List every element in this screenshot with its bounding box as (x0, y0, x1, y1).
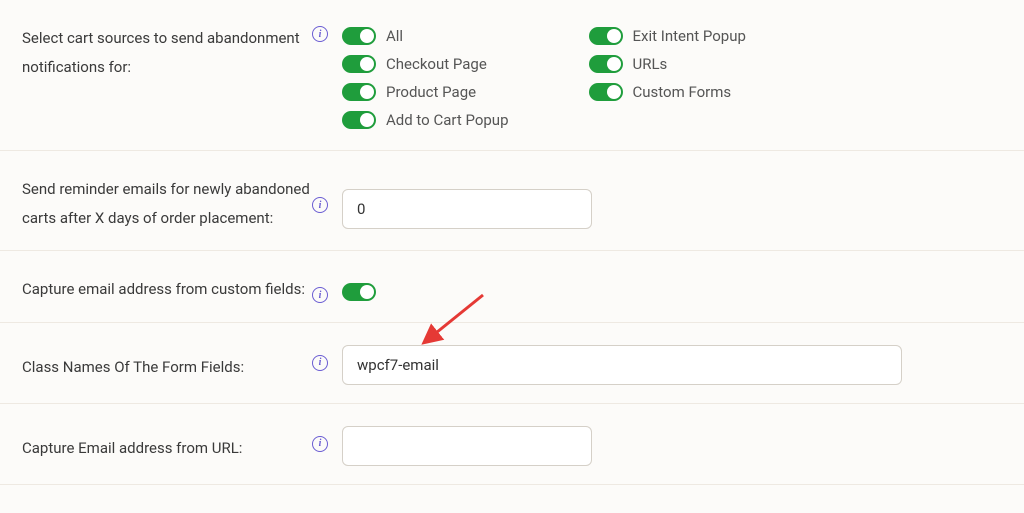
toggle-custom-forms: Custom Forms (589, 80, 746, 104)
cart-sources-label: Select cart sources to send abandonment … (22, 18, 312, 81)
capture-custom-label: Capture email address from custom fields… (22, 269, 312, 304)
cart-sources-controls: All Checkout Page Product Page Add to Ca… (342, 18, 1002, 132)
toggle-label: All (386, 27, 403, 45)
reminder-days-label: Send reminder emails for newly abandoned… (22, 169, 312, 232)
reminder-days-input[interactable] (342, 189, 592, 229)
toggle-column-1: All Checkout Page Product Page Add to Ca… (342, 24, 509, 132)
info-icon[interactable]: i (312, 355, 328, 371)
info-icon[interactable]: i (312, 287, 328, 303)
toggle-all: All (342, 24, 509, 48)
toggle-label: Custom Forms (633, 83, 732, 101)
reminder-days-row: Send reminder emails for newly abandoned… (0, 151, 1024, 251)
reminder-days-control (342, 169, 1002, 229)
capture-custom-switch[interactable] (342, 283, 376, 301)
info-icon[interactable]: i (312, 197, 328, 213)
toggle-label: Product Page (386, 83, 476, 101)
toggle-grid: All Checkout Page Product Page Add to Ca… (342, 22, 1002, 132)
toggle-addtocart-switch[interactable] (342, 111, 376, 129)
toggle-urls: URLs (589, 52, 746, 76)
toggle-product-page: Product Page (342, 80, 509, 104)
cart-sources-row: Select cart sources to send abandonment … (0, 0, 1024, 151)
capture-url-control (342, 422, 1002, 466)
info-col: i (312, 422, 342, 452)
toggle-checkout-switch[interactable] (342, 55, 376, 73)
info-col: i (312, 169, 342, 213)
toggle-label: Exit Intent Popup (633, 27, 746, 45)
info-col: i (312, 18, 342, 42)
capture-url-label: Capture Email address from URL: (22, 422, 312, 463)
toggle-label: Checkout Page (386, 55, 487, 73)
toggle-product-switch[interactable] (342, 83, 376, 101)
class-names-label: Class Names Of The Form Fields: (22, 341, 312, 382)
toggle-exitintent-switch[interactable] (589, 27, 623, 45)
class-names-row: Class Names Of The Form Fields: i (0, 323, 1024, 404)
class-names-input[interactable] (342, 345, 902, 385)
toggle-customforms-switch[interactable] (589, 83, 623, 101)
toggle-label: URLs (633, 55, 668, 73)
toggle-column-2: Exit Intent Popup URLs Custom Forms (589, 24, 746, 132)
toggle-urls-switch[interactable] (589, 55, 623, 73)
class-names-control (342, 341, 1002, 385)
capture-url-input[interactable] (342, 426, 592, 466)
info-icon[interactable]: i (312, 436, 328, 452)
toggle-add-to-cart: Add to Cart Popup (342, 108, 509, 132)
capture-custom-control (342, 269, 1002, 301)
toggle-all-switch[interactable] (342, 27, 376, 45)
info-col: i (312, 341, 342, 371)
toggle-checkout-page: Checkout Page (342, 52, 509, 76)
info-col: i (312, 269, 342, 303)
capture-custom-row: Capture email address from custom fields… (0, 251, 1024, 323)
toggle-label: Add to Cart Popup (386, 111, 509, 129)
capture-url-row: Capture Email address from URL: i (0, 404, 1024, 485)
toggle-exit-intent: Exit Intent Popup (589, 24, 746, 48)
info-icon[interactable]: i (312, 26, 328, 42)
